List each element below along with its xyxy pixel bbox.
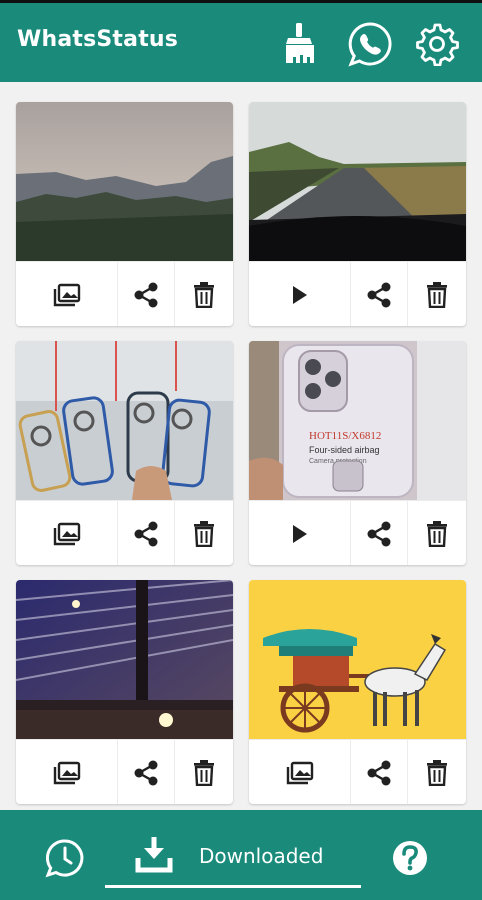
status-thumbnail[interactable] [249,580,466,739]
share-icon[interactable] [118,740,175,804]
gallery-icon[interactable] [249,740,351,804]
trash-icon[interactable] [175,262,233,326]
status-thumbnail[interactable] [16,580,233,739]
case-caption-2: Four-sided airbag [309,445,380,455]
status-thumbnail[interactable] [249,102,466,261]
status-thumbnail[interactable]: HOT11S/X6812 Four-sided airbag Camera pr… [249,341,466,500]
status-card[interactable] [16,341,233,565]
downloaded-tab[interactable]: Downloaded [105,826,361,890]
trash-icon[interactable] [408,501,466,565]
status-card[interactable] [249,102,466,326]
status-grid: HOT11S/X6812 Four-sided airbag Camera pr… [0,82,482,810]
status-actions [16,261,233,326]
status-actions [16,500,233,565]
status-actions [16,739,233,804]
status-card[interactable]: HOT11S/X6812 Four-sided airbag Camera pr… [249,341,466,565]
share-icon[interactable] [351,501,408,565]
status-thumbnail[interactable] [16,341,233,500]
status-actions [249,739,466,804]
status-card[interactable] [249,580,466,804]
downloaded-label: Downloaded [199,844,324,868]
status-thumbnail[interactable] [16,102,233,261]
status-card[interactable] [16,102,233,326]
whatsapp-icon[interactable] [345,19,395,69]
gear-icon[interactable] [412,19,462,69]
broom-icon[interactable] [275,19,325,69]
play-icon[interactable] [249,262,351,326]
help-icon[interactable] [389,837,431,879]
bottom-navigation: Downloaded [0,810,482,900]
app-title: WhatsStatus [17,27,179,52]
share-icon[interactable] [351,262,408,326]
gallery-icon[interactable] [16,740,118,804]
gallery-icon[interactable] [16,262,118,326]
download-icon [134,834,174,879]
share-icon[interactable] [351,740,408,804]
whatsapp-clock-icon[interactable] [44,837,86,879]
gallery-icon[interactable] [16,501,118,565]
trash-icon[interactable] [175,740,233,804]
trash-icon[interactable] [175,501,233,565]
share-icon[interactable] [118,501,175,565]
status-actions [249,500,466,565]
play-icon[interactable] [249,501,351,565]
status-actions [249,261,466,326]
share-icon[interactable] [118,262,175,326]
active-tab-indicator [105,885,361,888]
app-bar: WhatsStatus [0,3,482,82]
trash-icon[interactable] [408,262,466,326]
case-caption: HOT11S/X6812 [309,430,381,442]
trash-icon[interactable] [408,740,466,804]
status-card[interactable] [16,580,233,804]
